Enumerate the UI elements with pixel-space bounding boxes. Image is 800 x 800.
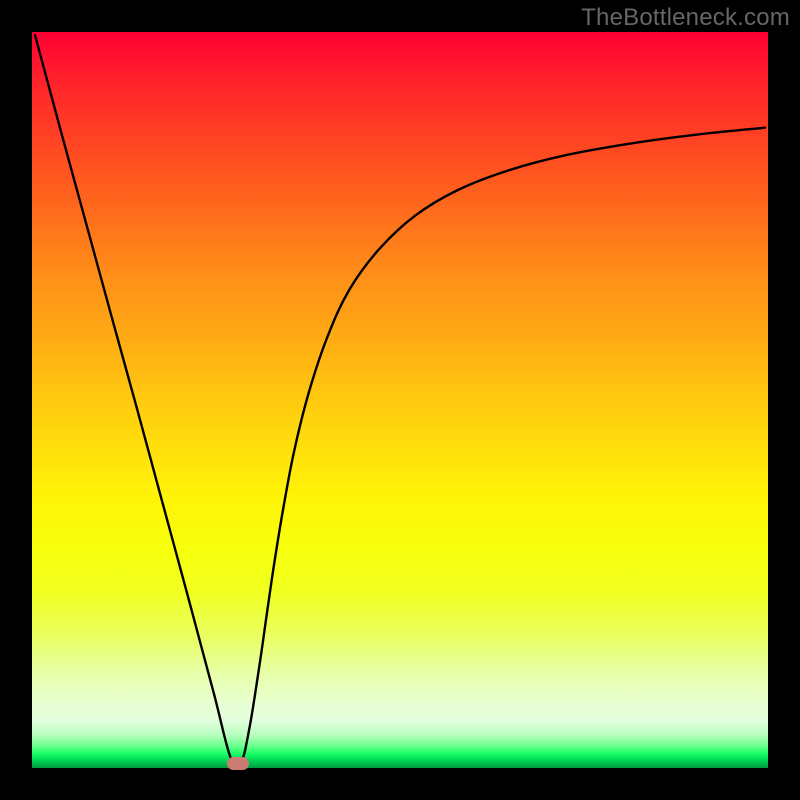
- optimal-point-marker: [227, 757, 249, 770]
- bottleneck-curve: [32, 32, 768, 768]
- chart-frame: TheBottleneck.com: [0, 0, 800, 800]
- chart-plot-area: [32, 32, 768, 768]
- watermark-text: TheBottleneck.com: [581, 4, 790, 32]
- bottleneck-curve-path: [35, 35, 765, 767]
